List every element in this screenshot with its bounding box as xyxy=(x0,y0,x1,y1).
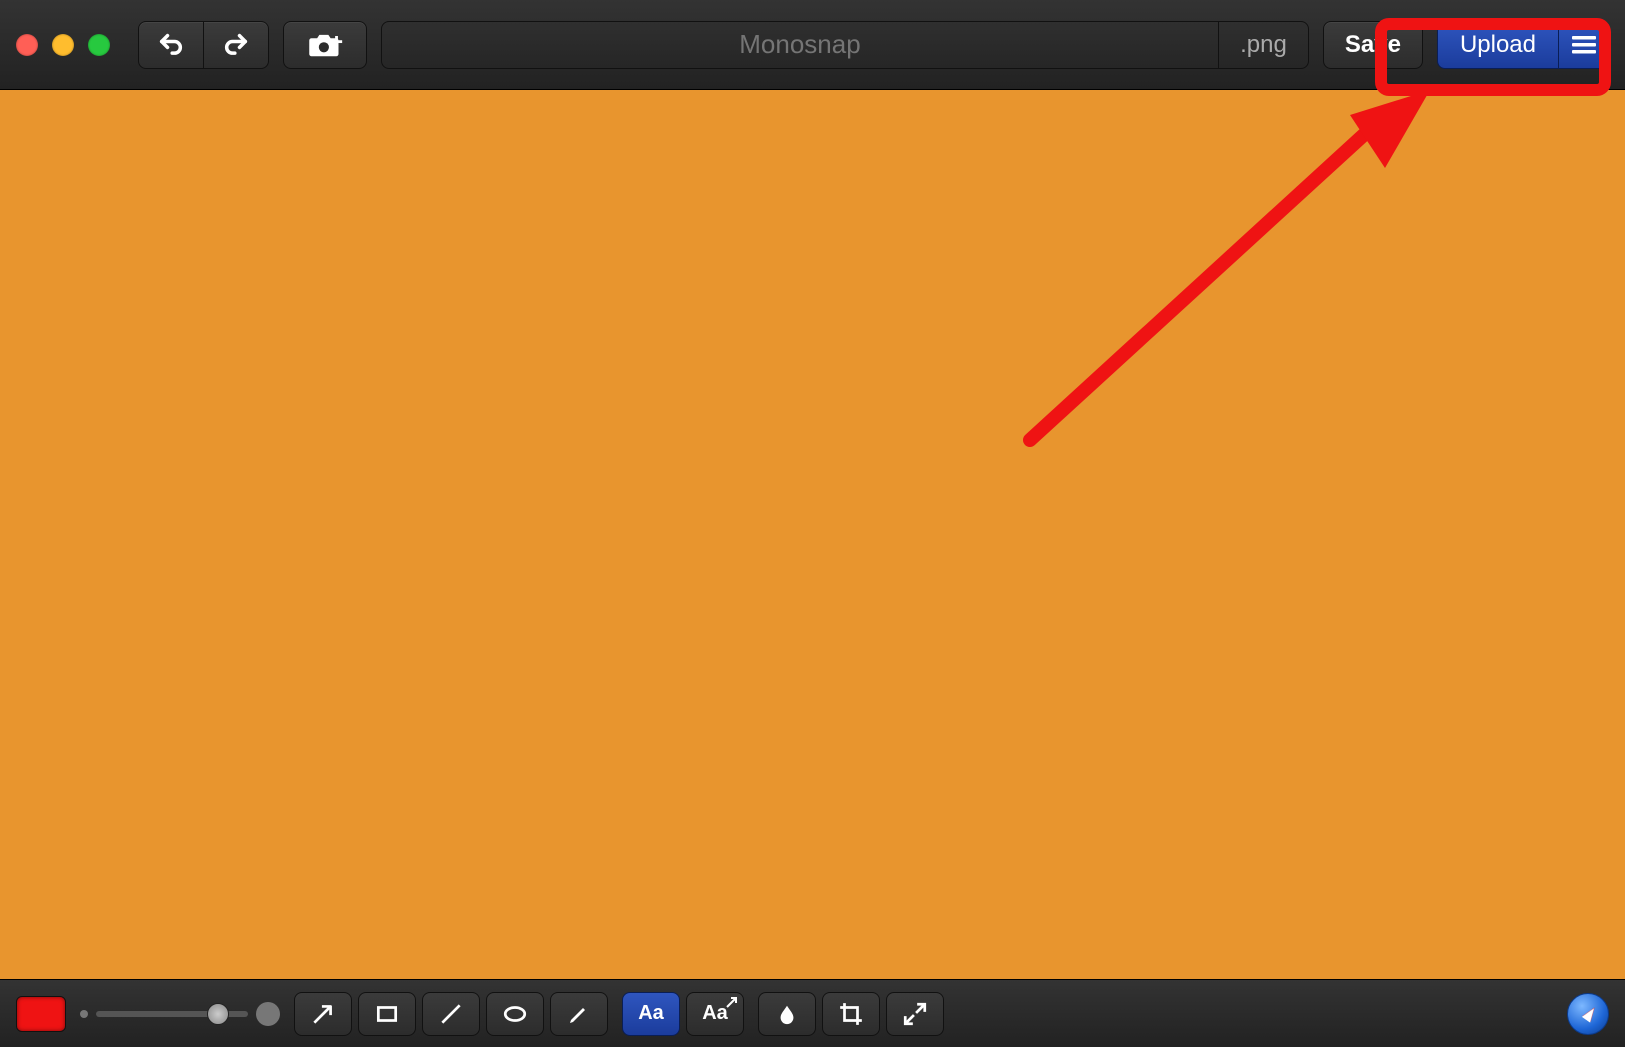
droplet-icon xyxy=(776,1001,798,1027)
resize-icon xyxy=(902,1001,928,1027)
slider-track[interactable] xyxy=(96,1011,248,1017)
color-swatch[interactable] xyxy=(16,996,66,1032)
arrow-tool-button[interactable] xyxy=(294,992,352,1036)
text-tool-button[interactable]: Aa xyxy=(622,992,680,1036)
size-min-icon xyxy=(80,1010,88,1018)
upload-button-group: Upload xyxy=(1437,21,1609,69)
canvas-area[interactable] xyxy=(0,90,1625,979)
rectangle-icon xyxy=(374,1001,400,1027)
crop-tool-button[interactable] xyxy=(822,992,880,1036)
hamburger-icon xyxy=(1572,35,1596,55)
undo-icon xyxy=(157,31,185,59)
filename-field-wrap: .png xyxy=(381,21,1309,69)
capture-button[interactable] xyxy=(283,21,367,69)
text-arrow-tool-button[interactable]: Aa xyxy=(686,992,744,1036)
top-toolbar: .png Save Upload xyxy=(0,0,1625,90)
resize-tool-button[interactable] xyxy=(886,992,944,1036)
text-arrow-tool-label: Aa xyxy=(702,1002,728,1025)
upload-menu-button[interactable] xyxy=(1558,22,1608,68)
crop-icon xyxy=(838,1001,864,1027)
blur-tool-button[interactable] xyxy=(758,992,816,1036)
window-minimize-button[interactable] xyxy=(52,34,74,56)
size-max-icon xyxy=(256,1002,280,1026)
filename-input[interactable] xyxy=(382,22,1218,68)
edit-tools-group xyxy=(758,992,944,1036)
brush-size-slider[interactable] xyxy=(80,1002,280,1026)
camera-plus-icon xyxy=(307,31,343,59)
upload-button[interactable]: Upload xyxy=(1438,22,1558,68)
ellipse-icon xyxy=(501,1001,529,1027)
pen-icon xyxy=(567,1002,591,1026)
open-in-browser-button[interactable] xyxy=(1567,993,1609,1035)
file-extension-label[interactable]: .png xyxy=(1218,22,1308,68)
pen-tool-button[interactable] xyxy=(550,992,608,1036)
arrow-icon xyxy=(310,1001,336,1027)
history-group xyxy=(138,21,269,69)
bottom-toolbar: Aa Aa xyxy=(0,979,1625,1047)
redo-button[interactable] xyxy=(204,21,269,69)
text-tool-label: Aa xyxy=(638,1002,664,1025)
undo-button[interactable] xyxy=(138,21,204,69)
line-icon xyxy=(438,1001,464,1027)
shape-tools-group xyxy=(294,992,608,1036)
slider-knob[interactable] xyxy=(207,1003,229,1025)
ellipse-tool-button[interactable] xyxy=(486,992,544,1036)
text-arrow-overlay-icon xyxy=(726,996,738,1008)
window-zoom-button[interactable] xyxy=(88,34,110,56)
line-tool-button[interactable] xyxy=(422,992,480,1036)
rectangle-tool-button[interactable] xyxy=(358,992,416,1036)
window-controls xyxy=(16,34,110,56)
redo-icon xyxy=(222,31,250,59)
window-close-button[interactable] xyxy=(16,34,38,56)
text-tools-group: Aa Aa xyxy=(622,992,744,1036)
save-button[interactable]: Save xyxy=(1323,21,1423,69)
